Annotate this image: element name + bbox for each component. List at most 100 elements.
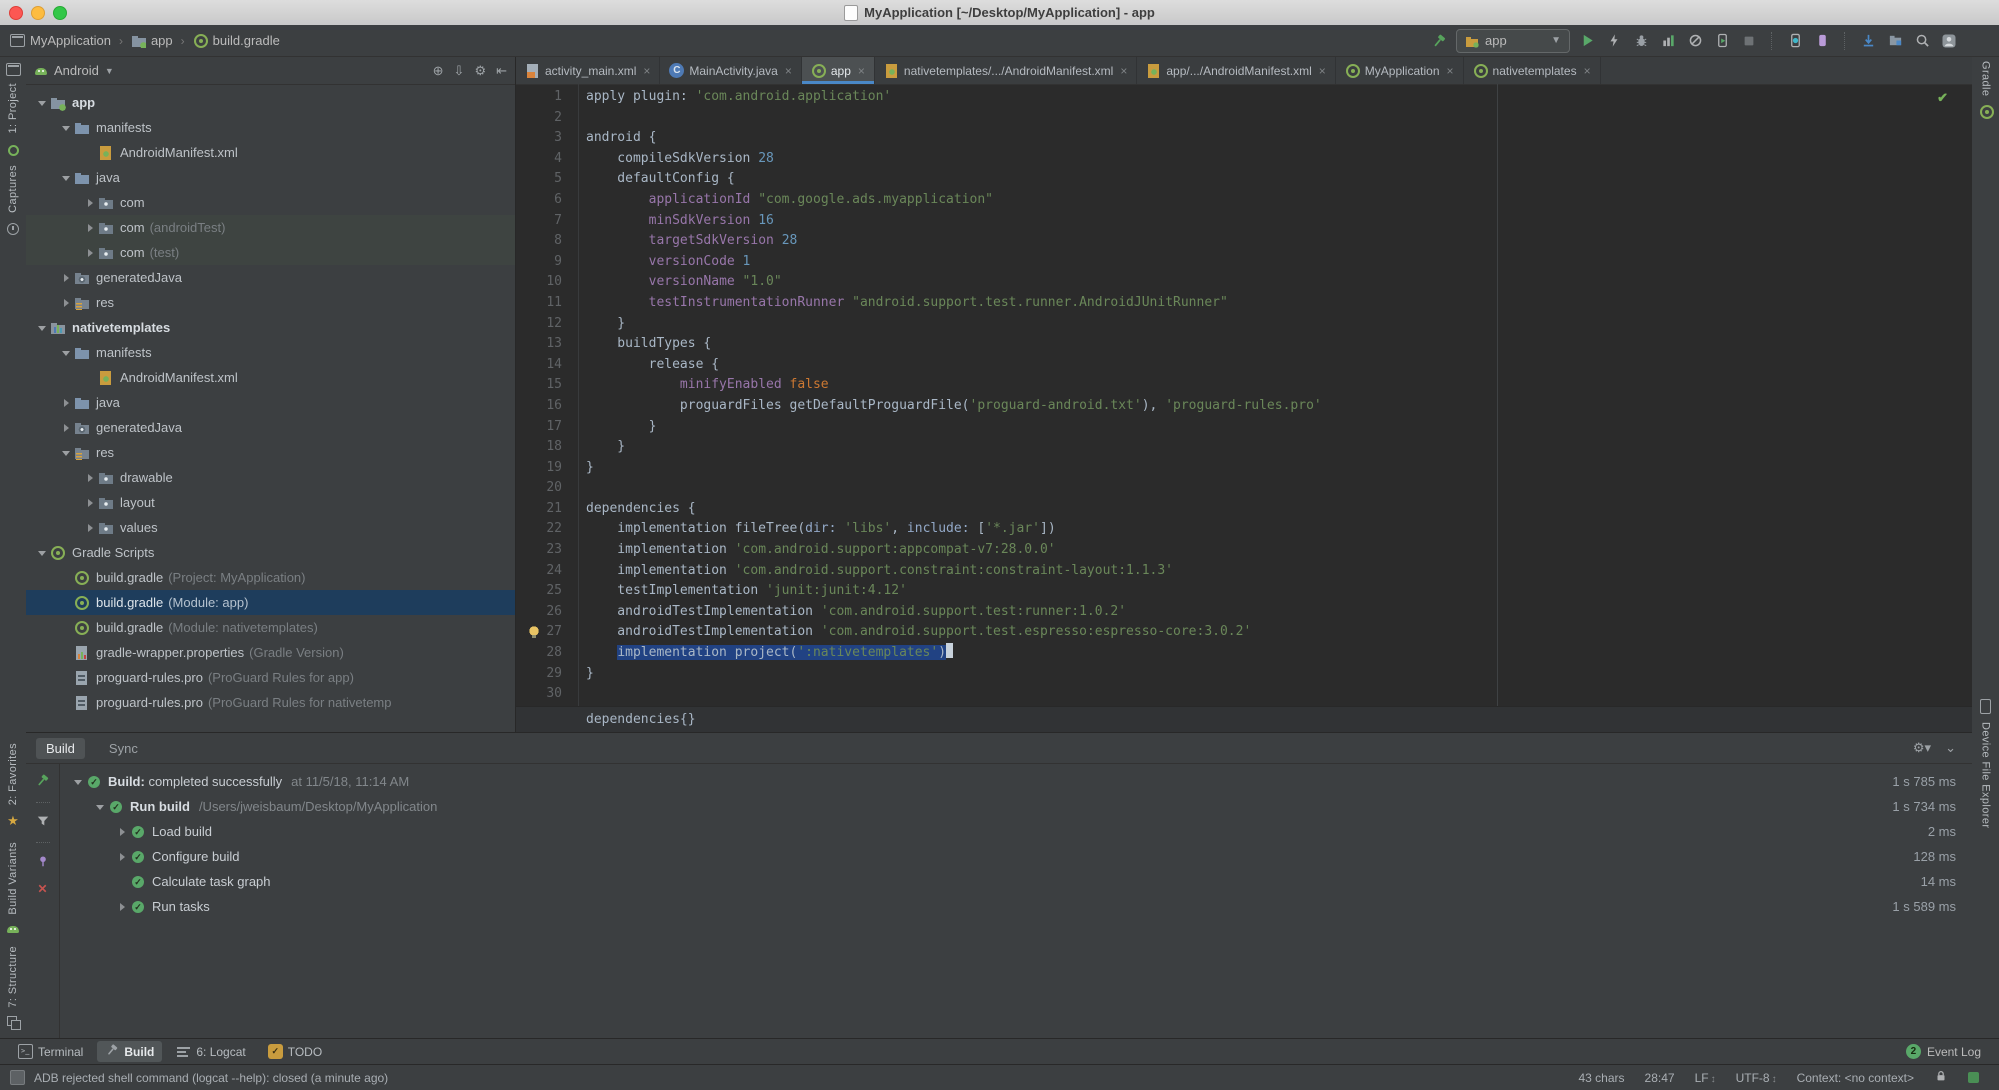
tree-row-build.gradle[interactable]: build.gradle (Module: app) (26, 590, 515, 615)
search-everywhere-button[interactable] (1912, 31, 1932, 51)
layout-inspector-button[interactable] (1812, 31, 1832, 51)
build-row-Load build[interactable]: Load build 2 ms (60, 819, 1972, 844)
code-line-25[interactable]: testImplementation 'junit:junit:4.12' (586, 581, 1972, 602)
code-line-9[interactable]: versionCode 1 (586, 252, 1972, 273)
code-line-18[interactable]: } (586, 437, 1972, 458)
code-line-4[interactable]: compileSdkVersion 28 (586, 149, 1972, 170)
avd-manager-button[interactable] (1785, 31, 1805, 51)
tree-row-layout[interactable]: layout (26, 490, 515, 515)
tree-row-gradle-wrapper.properties[interactable]: gradle-wrapper.properties (Gradle Version… (26, 640, 515, 665)
chevron-down-icon[interactable] (58, 440, 74, 465)
tree-row-manifests[interactable]: manifests (26, 115, 515, 140)
code-line-13[interactable]: buildTypes { (586, 334, 1972, 355)
chevron-right-icon[interactable] (114, 894, 130, 919)
hide-toolwindow-icon[interactable]: ⌄ (1945, 740, 1956, 756)
inspections-ok-icon[interactable]: ✔ (1937, 90, 1948, 106)
code-line-21[interactable]: dependencies { (586, 499, 1972, 520)
status-message[interactable]: ADB rejected shell command (logcat --hel… (34, 1071, 388, 1085)
code-line-27[interactable]: androidTestImplementation 'com.android.s… (528, 622, 1972, 643)
chevron-right-icon[interactable] (58, 415, 74, 440)
code-line-24[interactable]: implementation 'com.android.support.cons… (586, 561, 1972, 582)
zoom-window-button[interactable] (53, 6, 67, 20)
code-line-22[interactable]: implementation fileTree(dir: 'libs', inc… (586, 519, 1972, 540)
breadcrumb-project[interactable]: MyApplication (10, 33, 111, 48)
chevron-down-icon[interactable] (34, 315, 50, 340)
gear-icon[interactable]: ⚙▾ (1913, 740, 1931, 756)
minimize-window-button[interactable] (31, 6, 45, 20)
chevron-right-icon[interactable] (82, 215, 98, 240)
chevron-right-icon[interactable] (58, 265, 74, 290)
tree-row-AndroidManifest.xml[interactable]: AndroidManifest.xml (26, 140, 515, 165)
close-icon[interactable]: × (1319, 64, 1326, 78)
make-project-button[interactable] (1429, 31, 1449, 51)
editor-tab-app[interactable]: app × (801, 57, 875, 84)
code-line-30[interactable] (586, 684, 1972, 705)
close-icon[interactable]: × (785, 64, 792, 78)
chevron-right-icon[interactable] (58, 290, 74, 315)
chevron-down-icon[interactable] (58, 115, 74, 140)
code-line-5[interactable]: defaultConfig { (586, 169, 1972, 190)
chevron-down-icon[interactable] (34, 90, 50, 115)
apply-changes-button[interactable] (1604, 31, 1624, 51)
code-line-6[interactable]: applicationId "com.google.ads.myapplicat… (586, 190, 1972, 211)
tab-build[interactable]: Build (36, 737, 85, 759)
code-line-8[interactable]: targetSdkVersion 28 (586, 231, 1972, 252)
tree-row-drawable[interactable]: drawable (26, 465, 515, 490)
locate-file-icon[interactable]: ⊕ (433, 63, 444, 79)
close-icon[interactable]: × (1447, 64, 1454, 78)
tree-row-com[interactable]: com (test) (26, 240, 515, 265)
close-icon[interactable]: × (1584, 64, 1591, 78)
tree-row-proguard-rules.pro[interactable]: proguard-rules.pro (ProGuard Rules for na… (26, 690, 515, 715)
build-row-Run tasks[interactable]: Run tasks 1 s 589 ms (60, 894, 1972, 919)
tree-row-build.gradle[interactable]: build.gradle (Module: nativetemplates) (26, 615, 515, 640)
bottom-tab-Build[interactable]: Build (97, 1041, 163, 1062)
build-row-Run build[interactable]: Run build/Users/jweisbaum/Desktop/MyAppl… (60, 794, 1972, 819)
code-line-28[interactable]: implementation project(':nativetemplates… (586, 643, 1972, 664)
code-line-15[interactable]: minifyEnabled false (586, 375, 1972, 396)
project-view-selector[interactable]: Android (54, 63, 99, 78)
code-line-10[interactable]: versionName "1.0" (586, 272, 1972, 293)
project-structure-button[interactable] (1885, 31, 1905, 51)
code-line-3[interactable]: android { (586, 128, 1972, 149)
tree-row-values[interactable]: values (26, 515, 515, 540)
code-line-16[interactable]: proguardFiles getDefaultProguardFile('pr… (586, 396, 1972, 417)
code-line-29[interactable]: } (586, 664, 1972, 685)
code-line-14[interactable]: release { (586, 355, 1972, 376)
stop-button[interactable] (1739, 31, 1759, 51)
debug-button[interactable] (1631, 31, 1651, 51)
chevron-down-icon[interactable] (34, 540, 50, 565)
tree-row-nativetemplates[interactable]: nativetemplates (26, 315, 515, 340)
attach-debugger-button[interactable] (1685, 31, 1705, 51)
pin-button[interactable] (36, 854, 50, 871)
tree-row-Gradle Scripts[interactable]: Gradle Scripts (26, 540, 515, 565)
hide-panel-icon[interactable]: ⇤ (496, 63, 507, 79)
build-row-Configure build[interactable]: Configure build 128 ms (60, 844, 1972, 869)
chevron-right-icon[interactable] (82, 490, 98, 515)
user-avatar-button[interactable] (1939, 31, 1959, 51)
gear-icon[interactable]: ⚙ (474, 63, 486, 79)
editor-tab-nativetemplates[interactable]: nativetemplates × (1464, 57, 1601, 84)
code-line-26[interactable]: androidTestImplementation 'com.android.s… (586, 602, 1972, 623)
close-button[interactable] (36, 882, 49, 898)
filter-button[interactable] (36, 814, 50, 831)
toolwindow-button-favorites[interactable]: 2: Favorites (7, 743, 19, 805)
line-separator-indicator[interactable]: LF ↕ (1695, 1071, 1716, 1085)
tree-row-generatedJava[interactable]: generatedJava (26, 265, 515, 290)
bottom-tab-Terminal[interactable]: Terminal (10, 1042, 91, 1061)
tree-row-app[interactable]: app (26, 90, 515, 115)
close-window-button[interactable] (9, 6, 23, 20)
editor-tab-MainActivity.java[interactable]: MainActivity.java × (660, 57, 802, 84)
chevron-right-icon[interactable] (114, 844, 130, 869)
tab-sync[interactable]: Sync (99, 738, 148, 759)
code-area[interactable]: 1 2 3 4 5 6 7 8 9 10 11 12 13 14 15 16 17 18 19 20 21 22 23 24 2… (516, 84, 1972, 706)
rerun-build-button[interactable] (35, 773, 50, 791)
chevron-down-icon[interactable] (92, 794, 108, 819)
editor-tab-MyApplication[interactable]: MyApplication × (1336, 57, 1464, 84)
editor-tab-app/.../AndroidManifest.xml[interactable]: app/.../AndroidManifest.xml × (1137, 57, 1336, 84)
intention-bulb-icon[interactable] (528, 626, 540, 639)
tree-row-java[interactable]: java (26, 390, 515, 415)
close-icon[interactable]: × (1120, 64, 1127, 78)
chevron-down-icon[interactable] (58, 340, 74, 365)
tree-row-java[interactable]: java (26, 165, 515, 190)
caret-position-indicator[interactable]: 28:47 (1645, 1071, 1675, 1085)
